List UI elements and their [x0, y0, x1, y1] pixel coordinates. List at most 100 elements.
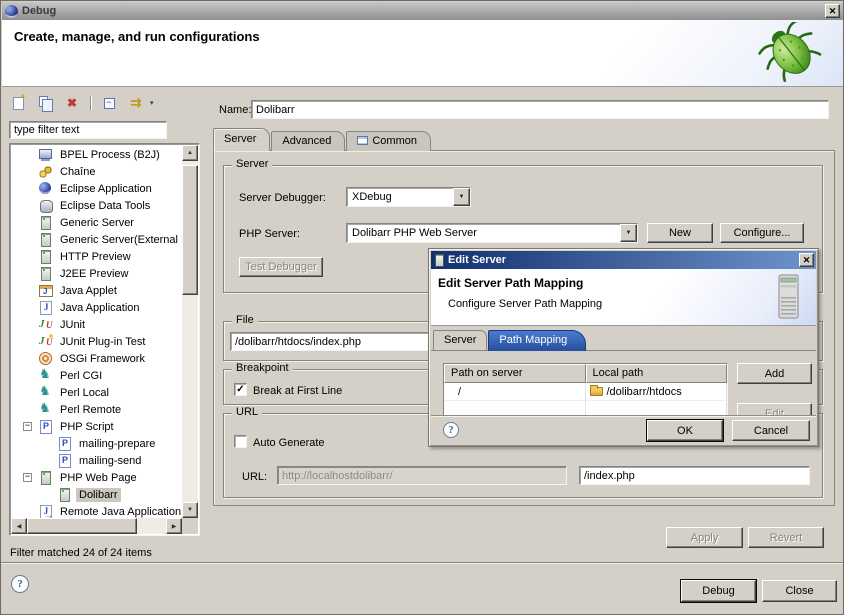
close-button[interactable]: Close: [762, 580, 837, 602]
name-input[interactable]: [251, 100, 829, 119]
break-first-line-label: Break at First Line: [253, 385, 342, 397]
server-group-label: Server: [232, 158, 272, 170]
tree-vertical-scrollbar[interactable]: ▲ ▼: [182, 145, 198, 518]
edit-server-titlebar[interactable]: Edit Server ✕: [431, 251, 816, 269]
tab-advanced[interactable]: Advanced: [271, 131, 345, 151]
column-local-path[interactable]: Local path: [586, 364, 728, 383]
cancel-button[interactable]: Cancel: [732, 420, 810, 441]
edit-server-close-button[interactable]: ✕: [799, 253, 814, 267]
tree-item-label: Java Application: [57, 301, 143, 315]
apply-button[interactable]: Apply: [666, 527, 743, 548]
tab-server[interactable]: Server: [213, 128, 270, 151]
php-icon: [38, 419, 54, 434]
duplicate-configuration-button[interactable]: [36, 95, 54, 111]
tree-item-perl-remote[interactable]: Perl Remote: [11, 401, 182, 418]
window-title: Debug: [22, 5, 56, 17]
column-path-on-server[interactable]: Path on server: [444, 364, 586, 383]
tree-item-label: OSGi Framework: [57, 352, 148, 366]
tree-item-eclipse-data-tools[interactable]: Eclipse Data Tools: [11, 197, 182, 214]
tab-path-mapping[interactable]: Path Mapping: [488, 330, 586, 351]
debug-configurations-window: Debug ✕ Create, manage, and run configur…: [0, 0, 844, 615]
php-server-dropdown-icon[interactable]: ▼: [620, 224, 637, 242]
collapse-toggle-icon[interactable]: −: [23, 473, 32, 482]
configurations-tree: BPEL Process (B2J)Chaîne Eclipse Applicat…: [9, 143, 200, 536]
tree-item-eclipse-application[interactable]: Eclipse Application: [11, 180, 182, 197]
path-mapping-table[interactable]: Path on server Local path //dolibarr/htd…: [443, 363, 728, 417]
tree-item-junit-plug-in-test[interactable]: JUnit Plug-in Test: [11, 333, 182, 350]
tree-item-label: Eclipse Application: [57, 182, 155, 196]
test-debugger-button[interactable]: Test Debugger: [239, 257, 323, 277]
filter-menu-arrow-icon[interactable]: ▾: [150, 99, 154, 107]
debug-button[interactable]: Debug: [681, 580, 756, 602]
collapse-all-button[interactable]: −: [100, 95, 118, 111]
tree-item-label: Perl Remote: [57, 403, 124, 417]
tree-item-mailing-send[interactable]: mailing-send: [11, 452, 182, 469]
scroll-right-button[interactable]: ▶: [166, 518, 182, 534]
url-path-input[interactable]: [579, 466, 810, 485]
dialog-help-icon[interactable]: ?: [443, 422, 459, 438]
tree-item-http-preview[interactable]: HTTP Preview: [11, 248, 182, 265]
collapse-toggle-icon[interactable]: −: [23, 422, 32, 431]
tab-edit-server-server[interactable]: Server: [433, 330, 487, 350]
help-icon[interactable]: ?: [11, 575, 29, 593]
perl-icon: [38, 402, 54, 417]
tree-item-j2ee-preview[interactable]: J2EE Preview: [11, 265, 182, 282]
tab-common[interactable]: Common: [346, 131, 431, 151]
tree-horizontal-scrollbar[interactable]: ◀ ▶: [11, 518, 182, 534]
php-server-select[interactable]: Dolibarr PHP Web Server ▼: [346, 223, 638, 243]
tree-item-php-script[interactable]: −PHP Script: [11, 418, 182, 435]
scroll-up-button[interactable]: ▲: [182, 145, 198, 161]
scroll-left-button[interactable]: ◀: [11, 518, 27, 534]
debug-bug-icon: [751, 22, 831, 84]
window-close-button[interactable]: ✕: [825, 4, 840, 18]
tree-item-perl-cgi[interactable]: Perl CGI: [11, 367, 182, 384]
add-mapping-button[interactable]: Add: [737, 363, 812, 384]
filter-configurations-button[interactable]: [127, 95, 145, 111]
new-server-button[interactable]: New: [647, 223, 713, 243]
server-debugger-dropdown-icon[interactable]: ▼: [453, 188, 470, 206]
tree-item-cha-ne[interactable]: Chaîne: [11, 163, 182, 180]
horizontal-scroll-thumb[interactable]: [27, 518, 137, 534]
tree-item-bpel-process-b2j[interactable]: BPEL Process (B2J): [11, 146, 182, 163]
tree-item-label: Generic Server(External La: [57, 233, 182, 247]
path-mapping-rows: //dolibarr/htdocs: [444, 383, 727, 417]
tree-item-label: mailing-send: [76, 454, 144, 468]
window-titlebar[interactable]: Debug ✕: [2, 2, 843, 20]
auto-generate-checkbox[interactable]: [234, 435, 247, 448]
tree-item-label: Remote Java Application: [57, 505, 182, 519]
edit-server-dialog: Edit Server ✕ Edit Server Path Mapping C…: [428, 248, 819, 447]
vertical-scroll-thumb[interactable]: [182, 165, 198, 295]
tree-item-perl-local[interactable]: Perl Local: [11, 384, 182, 401]
tree-item-php-web-page[interactable]: −PHP Web Page: [11, 469, 182, 486]
path-on-server-cell: /: [444, 383, 586, 401]
remote-java-icon: [38, 504, 54, 518]
path-mapping-row[interactable]: //dolibarr/htdocs: [444, 383, 727, 401]
configure-server-button[interactable]: Configure...: [720, 223, 804, 243]
junit-plugin-icon: [38, 334, 54, 349]
config-tabs: Server Advanced Common: [213, 128, 432, 151]
filter-input[interactable]: [9, 121, 167, 139]
tree-item-java-application[interactable]: Java Application: [11, 299, 182, 316]
edit-server-subheading: Configure Server Path Mapping: [448, 298, 602, 310]
server-debugger-select[interactable]: XDebug ▼: [346, 187, 471, 207]
tree-item-osgi-framework[interactable]: OSGi Framework: [11, 350, 182, 367]
footer-separator: [1, 562, 844, 564]
file-group-label: File: [232, 314, 258, 326]
edit-server-header: Edit Server Path Mapping Configure Serve…: [431, 269, 816, 326]
tree-item-remote-java-application[interactable]: Remote Java Application: [11, 503, 182, 518]
tree-item-generic-server[interactable]: Generic Server: [11, 214, 182, 231]
tree-item-junit[interactable]: JUnit: [11, 316, 182, 333]
new-configuration-button[interactable]: [9, 95, 27, 111]
tree-item-java-applet[interactable]: Java Applet: [11, 282, 182, 299]
config-tree-rows: BPEL Process (B2J)Chaîne Eclipse Applicat…: [11, 146, 182, 518]
tree-item-generic-server-external-la[interactable]: Generic Server(External La: [11, 231, 182, 248]
revert-button[interactable]: Revert: [748, 527, 824, 548]
tree-item-mailing-prepare[interactable]: mailing-prepare: [11, 435, 182, 452]
path-mapping-header: Path on server Local path: [444, 364, 727, 383]
scroll-down-button[interactable]: ▼: [182, 502, 198, 518]
tree-item-dolibarr[interactable]: Dolibarr: [11, 486, 182, 503]
break-first-line-checkbox[interactable]: ✓: [234, 383, 247, 396]
osgi-icon: [38, 351, 54, 366]
ok-button[interactable]: OK: [647, 420, 723, 441]
delete-configuration-button[interactable]: [63, 95, 81, 111]
